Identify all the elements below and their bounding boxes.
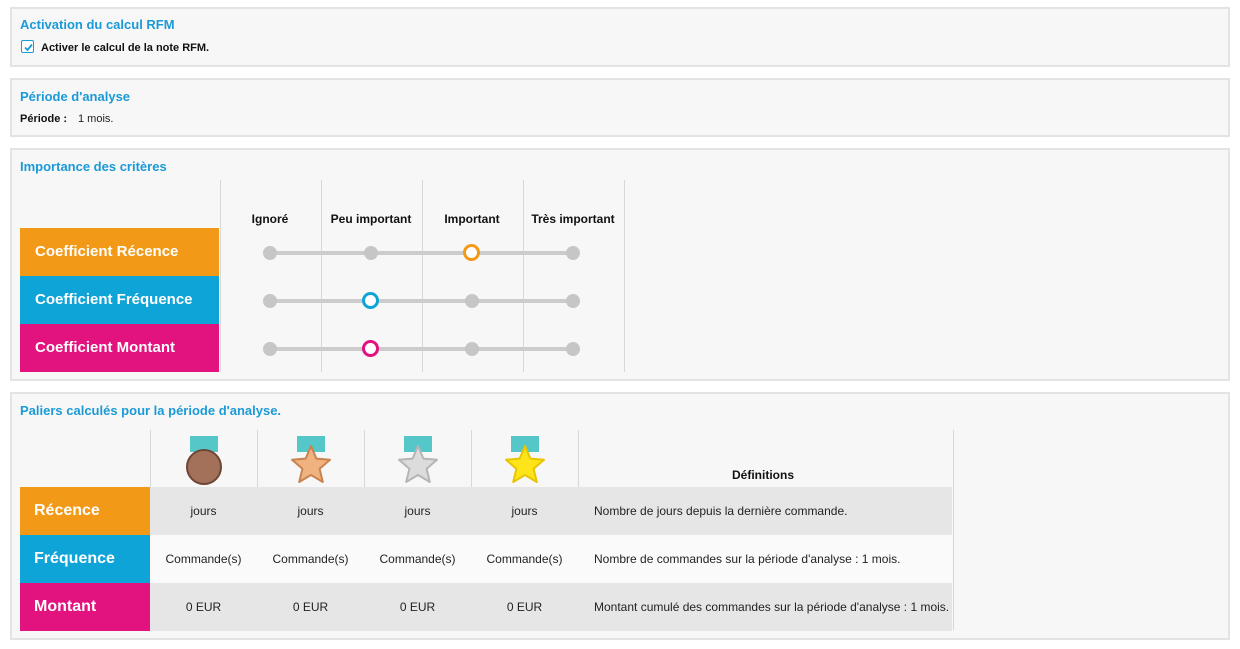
frequence-option-low-selected[interactable]: [362, 292, 379, 309]
grid-line: [523, 180, 524, 372]
recence-option-important-selected[interactable]: [463, 244, 480, 261]
tier-cell: 0 EUR: [399, 600, 436, 614]
frequence-slider-track[interactable]: [270, 299, 574, 303]
tier-cell: Commande(s): [486, 552, 563, 566]
period-value: 1 mois.: [78, 113, 114, 125]
row-header-montant: Montant: [20, 583, 150, 631]
montant-option-ignore[interactable]: [263, 342, 277, 356]
grid-line: [422, 180, 423, 372]
criteria-panel: Importance des critères Ignoré Peu impor…: [10, 148, 1230, 381]
frequence-option-important[interactable]: [465, 294, 479, 308]
table-row: Fréquence Commande(s) Commande(s) Comman…: [20, 535, 952, 583]
tier-cell: Commande(s): [165, 552, 242, 566]
recence-slider-track[interactable]: [270, 251, 574, 255]
period-title: Période d'analyse: [20, 89, 131, 104]
grid-line: [953, 430, 954, 630]
checkmark-icon: [24, 43, 33, 52]
tier-cell: jours: [297, 504, 324, 518]
coef-frequence-label: Coefficient Fréquence: [20, 276, 219, 324]
row-header-frequence: Fréquence: [20, 535, 150, 583]
activate-rfm-label[interactable]: Activer le calcul de la note RFM.: [41, 42, 209, 54]
recence-option-ignore[interactable]: [263, 246, 277, 260]
tier-cell: 0 EUR: [292, 600, 329, 614]
tier-cell: Commande(s): [379, 552, 456, 566]
coef-montant-label: Coefficient Montant: [20, 324, 219, 372]
gold-star-medal-icon: [505, 436, 545, 483]
table-row: Récence jours jours jours jours Nombre d…: [20, 487, 952, 535]
criteria-title: Importance des critères: [20, 159, 167, 174]
recence-option-very-important[interactable]: [566, 246, 580, 260]
period-panel: Période d'analyse Période : 1 mois.: [10, 78, 1230, 137]
silver-star-medal-icon: [398, 436, 438, 483]
definition-montant: Montant cumulé des commandes sur la péri…: [594, 600, 950, 614]
activation-panel: Activation du calcul RFM Activer le calc…: [10, 7, 1230, 67]
definition-recence: Nombre de jours depuis la dernière comma…: [594, 504, 848, 518]
montant-option-low-selected[interactable]: [362, 340, 379, 357]
frequence-option-very-important[interactable]: [566, 294, 580, 308]
col-header-very-important: Très important: [531, 212, 615, 226]
recence-option-low[interactable]: [364, 246, 378, 260]
montant-option-important[interactable]: [465, 342, 479, 356]
tier-cell: 0 EUR: [185, 600, 222, 614]
definitions-header: Définitions: [732, 468, 794, 482]
coef-recence-label: Coefficient Récence: [20, 228, 219, 276]
definition-frequence: Nombre de commandes sur la période d'ana…: [594, 552, 901, 566]
montant-option-very-important[interactable]: [566, 342, 580, 356]
montant-slider-track[interactable]: [270, 347, 574, 351]
tier-cell: jours: [511, 504, 538, 518]
grid-line: [220, 180, 221, 372]
tier-cell: jours: [404, 504, 431, 518]
tier-cell: Commande(s): [272, 552, 349, 566]
tiers-title: Paliers calculés pour la période d'analy…: [20, 403, 282, 418]
grid-line: [321, 180, 322, 372]
grid-line: [624, 180, 625, 372]
tier-cell: jours: [190, 504, 217, 518]
copper-star-medal-icon: [291, 436, 331, 483]
tier-cell: 0 EUR: [506, 600, 543, 614]
bronze-medal-icon: [186, 436, 222, 485]
activation-title: Activation du calcul RFM: [20, 17, 175, 32]
frequence-option-ignore[interactable]: [263, 294, 277, 308]
activate-rfm-checkbox[interactable]: [21, 40, 34, 53]
tiers-panel: Paliers calculés pour la période d'analy…: [10, 392, 1230, 640]
row-header-recence: Récence: [20, 487, 150, 535]
period-label: Période :: [20, 113, 68, 125]
table-row: Montant 0 EUR 0 EUR 0 EUR 0 EUR Montant …: [20, 583, 952, 631]
